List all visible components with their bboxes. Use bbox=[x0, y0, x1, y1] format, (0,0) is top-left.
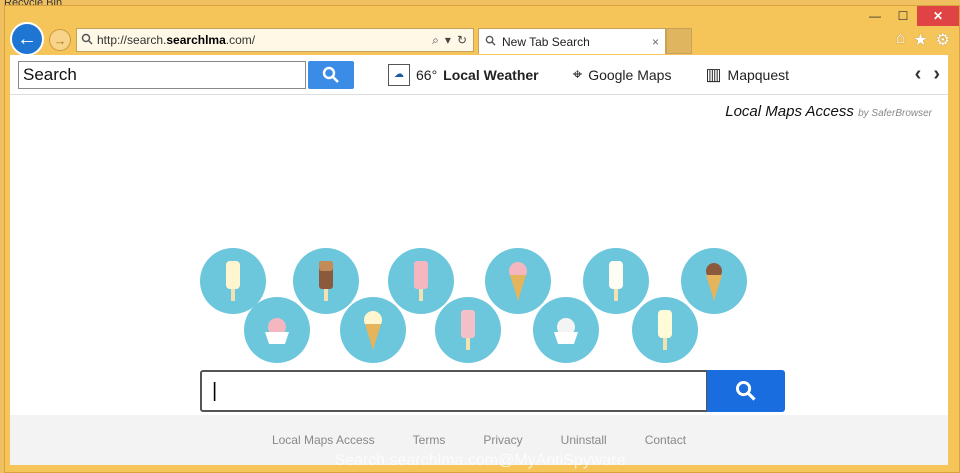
pink-popsicle-icon-2 bbox=[435, 297, 501, 363]
address-search-icon[interactable]: ⌕ bbox=[432, 33, 439, 48]
pink-popsicle-icon bbox=[388, 248, 454, 314]
footer-link-local-maps-access[interactable]: Local Maps Access bbox=[272, 433, 375, 447]
ice-cream-decoration bbox=[10, 95, 948, 415]
browser-tools: ⌂ ★ ⚙ bbox=[896, 30, 950, 50]
vanilla-popsicle-icon bbox=[583, 248, 649, 314]
main-search-input[interactable]: | bbox=[200, 370, 708, 412]
strawberry-cone-icon bbox=[485, 248, 551, 314]
address-bar[interactable]: http://search.searchlma.com/ ⌕ ▾ ↻ bbox=[76, 28, 474, 52]
url-text[interactable]: http://search.searchlma.com/ bbox=[97, 33, 432, 47]
local-weather-link[interactable]: ☁ 66° Local Weather bbox=[388, 63, 539, 86]
home-icon[interactable]: ⌂ bbox=[896, 30, 906, 50]
lemon-popsicle-icon bbox=[632, 297, 698, 363]
tab-label: New Tab Search bbox=[502, 34, 590, 49]
search-icon-large bbox=[735, 380, 756, 401]
close-button[interactable]: ✕ bbox=[917, 6, 959, 26]
chocolate-popsicle-icon bbox=[293, 248, 359, 314]
weather-temp: 66° bbox=[416, 66, 438, 83]
map-icon: ▥ bbox=[705, 64, 722, 84]
dropdown-icon[interactable]: ▾ bbox=[445, 33, 451, 48]
mapquest-link[interactable]: ▥ Mapquest bbox=[705, 65, 789, 85]
toolbar-search-input[interactable]: Search bbox=[18, 60, 306, 89]
main-search-button[interactable] bbox=[707, 370, 785, 412]
toolbar-search-button[interactable] bbox=[308, 60, 354, 89]
settings-icon[interactable]: ⚙ bbox=[936, 30, 950, 50]
footer-link-contact[interactable]: Contact bbox=[645, 433, 686, 447]
footer-link-privacy[interactable]: Privacy bbox=[483, 433, 522, 447]
tab-close-icon[interactable]: × bbox=[652, 35, 659, 49]
map-pin-icon: ⌖ bbox=[572, 64, 583, 84]
favorites-icon[interactable]: ★ bbox=[913, 30, 927, 50]
page-content: Local Maps Access by SaferBrowser | bbox=[10, 95, 948, 415]
back-button[interactable]: ← bbox=[10, 22, 44, 56]
chevron-right-icon[interactable]: › bbox=[933, 63, 940, 86]
weather-icon: ☁ bbox=[388, 63, 410, 86]
tab-search-icon bbox=[485, 35, 496, 49]
soft-serve-cup-icon bbox=[533, 297, 599, 363]
google-maps-link[interactable]: ⌖ Google Maps bbox=[573, 65, 672, 85]
text-cursor: | bbox=[212, 379, 218, 402]
weather-label: Local Weather bbox=[443, 66, 539, 83]
maximize-button[interactable]: ☐ bbox=[889, 6, 917, 26]
forward-button[interactable]: → bbox=[49, 29, 71, 51]
tab-new-tab-search[interactable]: New Tab Search × bbox=[478, 28, 666, 54]
new-tab-button[interactable] bbox=[666, 28, 692, 54]
search-icon bbox=[77, 33, 97, 48]
footer-link-uninstall[interactable]: Uninstall bbox=[561, 433, 607, 447]
vanilla-cone-icon bbox=[340, 297, 406, 363]
watermark: Search.searchlma.com@MyAntiSpyware bbox=[334, 452, 626, 469]
window-controls: — ☐ ✕ bbox=[861, 6, 959, 28]
extension-toolbar: Search ☁ 66° Local Weather ⌖ Google Maps… bbox=[10, 55, 948, 95]
chocolate-cone-icon bbox=[681, 248, 747, 314]
minimize-button[interactable]: — bbox=[861, 6, 889, 26]
toolbar-nav: ‹ › bbox=[915, 63, 940, 86]
refresh-icon[interactable]: ↻ bbox=[457, 33, 467, 48]
magnifier-icon bbox=[322, 66, 339, 83]
footer-link-terms[interactable]: Terms bbox=[413, 433, 446, 447]
chevron-left-icon[interactable]: ‹ bbox=[915, 63, 922, 86]
back-arrow-icon: ← bbox=[17, 27, 37, 50]
forward-arrow-icon: → bbox=[53, 32, 67, 48]
sundae-cup-icon bbox=[244, 297, 310, 363]
